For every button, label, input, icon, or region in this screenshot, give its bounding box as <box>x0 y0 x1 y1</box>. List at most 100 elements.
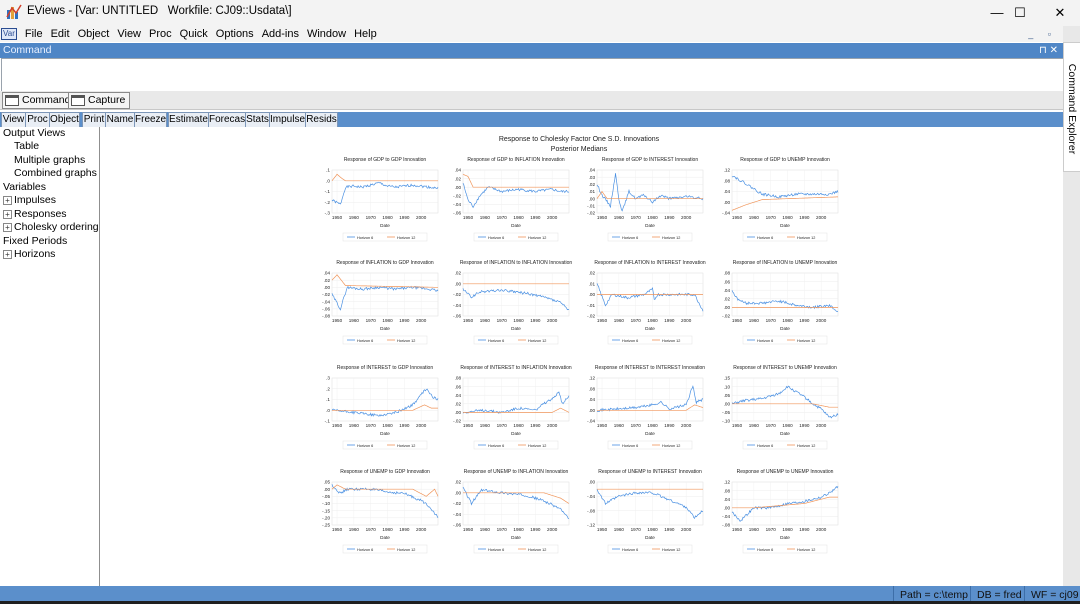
view-button[interactable]: View <box>1 112 26 128</box>
close-command-pane-icon[interactable]: ✕ <box>1050 45 1058 56</box>
y-tick-label: .06 <box>455 384 462 389</box>
panel-title: Response of UNEMP to GDP Innovation <box>340 469 430 475</box>
expand-icon[interactable]: + <box>3 195 12 205</box>
menu-quick[interactable]: Quick <box>180 26 208 42</box>
forecast-button[interactable]: Forecast <box>208 112 248 128</box>
tree-multiple-graphs[interactable]: Multiple graphs <box>14 154 85 166</box>
x-tick-label: 1980 <box>513 215 524 220</box>
y-tick-label: -.02 <box>453 419 461 424</box>
y-tick-label: .00 <box>455 185 462 190</box>
command-explorer-tab[interactable]: Command Explorer <box>1063 42 1080 172</box>
y-tick-label: -.04 <box>722 514 730 519</box>
legend-label: Horizon 12 <box>797 444 815 448</box>
tab-capture[interactable]: Capture <box>68 92 131 109</box>
legend-label: Horizon 12 <box>662 236 680 240</box>
panel-title: Response of INFLATION to UNEMP Innovatio… <box>733 260 838 266</box>
menu-window[interactable]: Window <box>307 26 346 42</box>
legend-label: Horizon 12 <box>397 236 415 240</box>
menu-edit[interactable]: Edit <box>51 26 70 42</box>
tree-label: Impulses <box>14 194 57 206</box>
title-bar: EViews - [Var: UNTITLED Workfile: CJ09::… <box>0 0 1080 26</box>
tree-table[interactable]: Table <box>14 140 39 152</box>
x-axis-label: Date <box>380 326 390 331</box>
tree-label: Combined graphs <box>14 167 97 179</box>
legend-label: Horizon 6 <box>357 339 373 343</box>
series-line <box>731 176 839 199</box>
estimate-button[interactable]: Estimate <box>168 112 209 128</box>
menu-help[interactable]: Help <box>354 26 377 42</box>
menu-file[interactable]: File <box>25 26 43 42</box>
irf-graph: Response to Cholesky Factor One S.D. Inn… <box>322 136 839 554</box>
menu-object[interactable]: Object <box>78 26 110 42</box>
impulse-button[interactable]: Impulse <box>269 112 306 128</box>
y-tick-label: .00 <box>324 487 331 492</box>
y-tick-label: -.08 <box>322 314 330 319</box>
print-button[interactable]: Print <box>82 112 106 128</box>
y-tick-label: -.04 <box>453 202 461 207</box>
legend-label: Horizon 12 <box>528 444 546 448</box>
menu-options[interactable]: Options <box>216 26 254 42</box>
x-tick-label: 2000 <box>547 527 558 532</box>
stats-button[interactable]: Stats <box>245 112 270 128</box>
tree-variables[interactable]: Variables <box>3 181 46 193</box>
menu-view[interactable]: View <box>117 26 141 42</box>
resids-button[interactable]: Resids <box>305 112 338 128</box>
menu-proc[interactable]: Proc <box>149 26 172 42</box>
series-line <box>463 492 570 504</box>
x-tick-label: 1950 <box>463 527 474 532</box>
x-tick-label: 1950 <box>463 318 474 323</box>
tree-responses[interactable]: + Responses <box>3 208 67 220</box>
panel-title: Response of INFLATION to GDP Innovation <box>336 260 434 266</box>
proc-button[interactable]: Proc <box>25 112 50 128</box>
expand-icon[interactable]: + <box>3 222 12 232</box>
y-tick-label: -.08 <box>587 508 595 513</box>
y-tick-label: -.3 <box>325 211 331 216</box>
irf-panel: Response of INFLATION to INFLATION Innov… <box>453 260 572 345</box>
y-tick-label: .0 <box>326 178 330 183</box>
x-tick-label: 1970 <box>766 318 777 323</box>
x-axis-label: Date <box>645 326 655 331</box>
x-tick-label: 1950 <box>732 527 743 532</box>
irf-panel: Response of UNEMP to INTEREST Innovation… <box>587 469 704 554</box>
tab-command[interactable]: Command <box>2 92 76 109</box>
tree-combined-graphs[interactable]: Combined graphs <box>14 167 97 179</box>
name-button[interactable]: Name <box>105 112 135 128</box>
series-line <box>596 489 704 520</box>
command-input[interactable] <box>1 58 1064 92</box>
expand-icon[interactable]: + <box>3 249 12 259</box>
pin-icon[interactable]: ⊓ <box>1039 45 1047 56</box>
freeze-button[interactable]: Freeze <box>134 112 167 128</box>
x-tick-label: 1990 <box>664 215 675 220</box>
tree-fixed-periods[interactable]: Fixed Periods <box>3 235 67 247</box>
expand-icon[interactable]: + <box>3 209 12 219</box>
y-tick-label: .05 <box>324 480 331 485</box>
x-tick-label: 1960 <box>349 527 360 532</box>
y-tick-label: .1 <box>326 397 330 402</box>
object-button[interactable]: Object <box>49 112 80 128</box>
y-tick-label: -.04 <box>722 211 730 216</box>
legend-label: Horizon 6 <box>488 444 504 448</box>
y-tick-label: -.04 <box>587 419 595 424</box>
x-axis-label: Date <box>380 223 390 228</box>
plot-frame <box>462 169 570 214</box>
x-tick-label: 1980 <box>647 423 658 428</box>
y-tick-label: .12 <box>724 168 731 173</box>
y-tick-label: -.10 <box>322 501 330 506</box>
tree-label: Table <box>14 140 40 152</box>
tree-cholesky-ordering[interactable]: + Cholesky ordering <box>3 221 99 233</box>
tree-impulses[interactable]: + Impulses <box>3 194 56 206</box>
irf-panel: Response of INFLATION to UNEMP Innovatio… <box>722 260 839 345</box>
y-tick-label: -.25 <box>322 523 330 528</box>
menu-addins[interactable]: Add-ins <box>262 26 299 42</box>
tree-output-views[interactable]: Output Views <box>3 127 65 139</box>
command-explorer-label: Command Explorer <box>1066 63 1078 155</box>
close-button[interactable]: ✕ <box>1037 0 1080 26</box>
y-tick-label: .00 <box>724 305 731 310</box>
tree-horizons[interactable]: + Horizons <box>3 248 55 260</box>
y-tick-label: -.06 <box>453 211 461 216</box>
y-tick-label: -.02 <box>453 501 461 506</box>
x-tick-label: 1990 <box>664 527 675 532</box>
var-object-icon[interactable]: Var <box>1 28 17 40</box>
x-tick-label: 1960 <box>614 318 625 323</box>
y-tick-label: .08 <box>589 386 596 391</box>
